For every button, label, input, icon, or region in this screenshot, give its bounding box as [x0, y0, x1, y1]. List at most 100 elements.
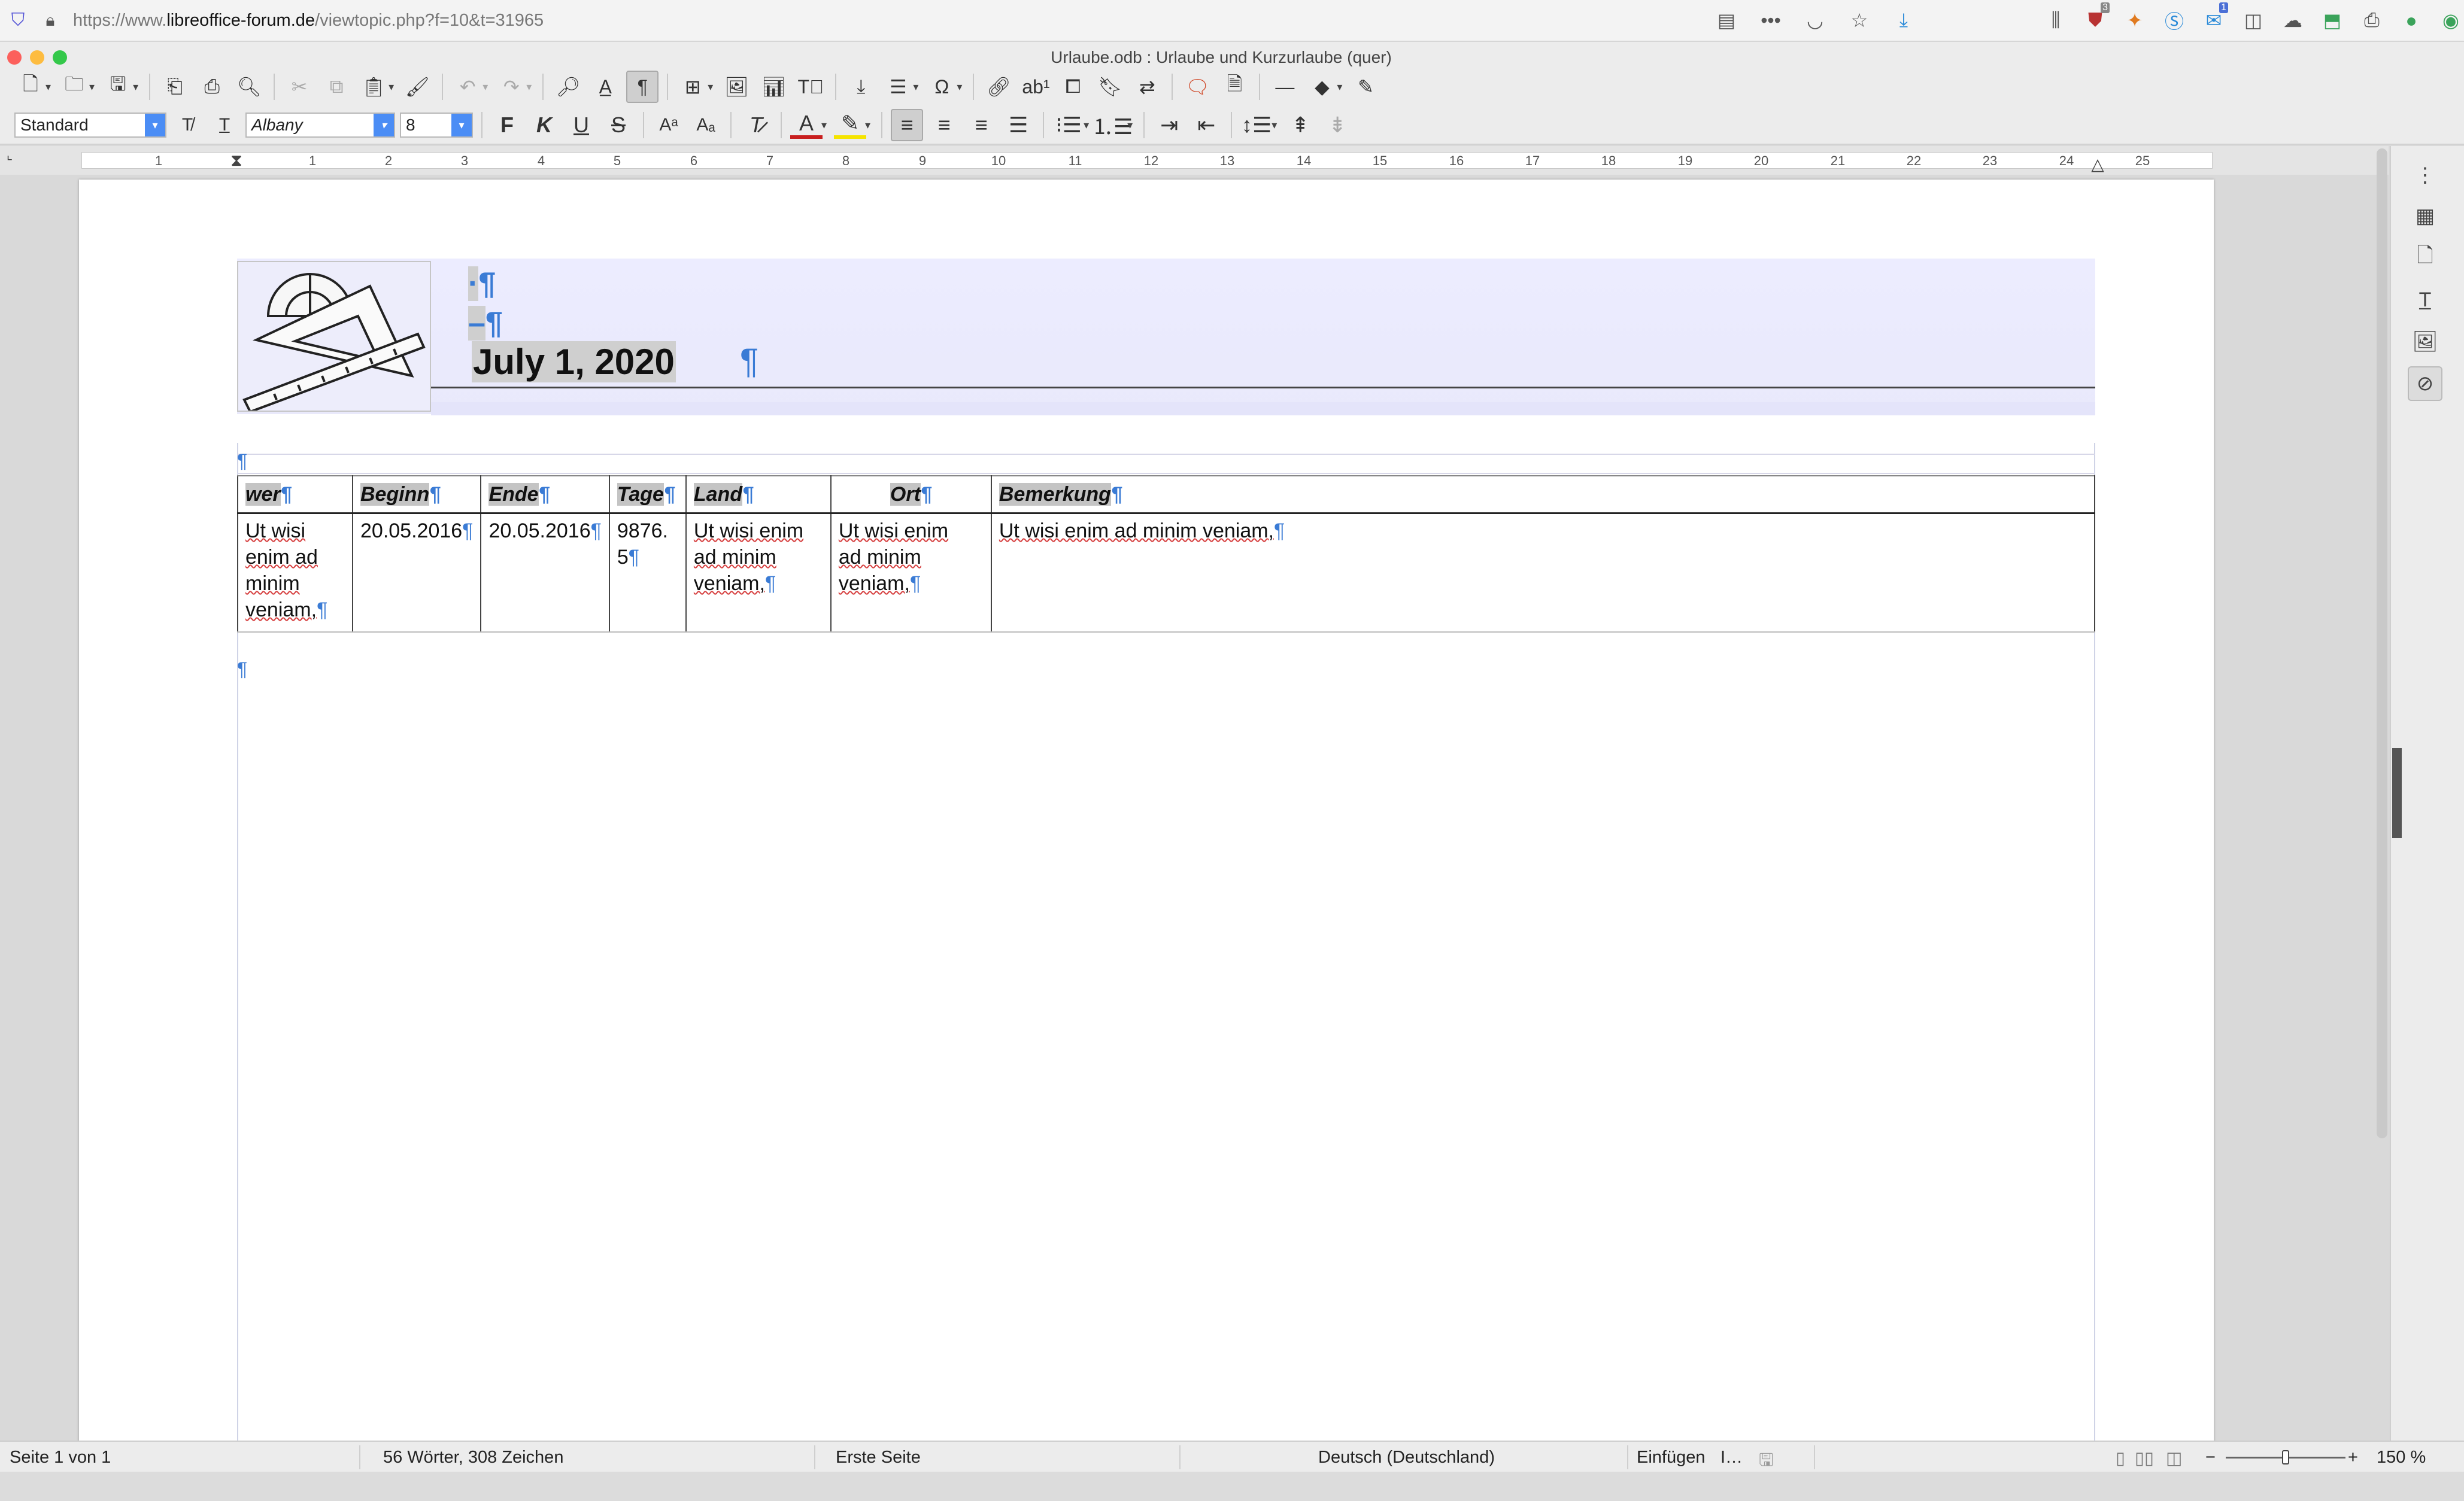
special-character-icon[interactable]: Ω — [925, 71, 958, 103]
page-style[interactable]: Erste Seite — [836, 1448, 921, 1467]
insert-table-icon[interactable]: ⊞ — [676, 71, 709, 103]
clear-formatting-icon[interactable]: T̷ — [740, 109, 772, 141]
gallery-icon[interactable]: 🖼︎ — [2408, 324, 2442, 359]
paragraph-style-select[interactable]: Standard ▾ — [14, 113, 166, 138]
drafting-tools-logo[interactable] — [237, 261, 431, 414]
ublock-icon[interactable]: ⛊ 3 — [2081, 2, 2110, 35]
redo-icon[interactable]: ↷ — [495, 71, 527, 103]
right-indent-marker[interactable]: △ — [2091, 154, 2104, 174]
styles-icon[interactable]: T̲ — [2408, 282, 2442, 317]
print-addon-icon[interactable]: ⎙ — [2357, 6, 2386, 35]
tab-type-icon[interactable]: ⌞ — [7, 147, 13, 163]
green-circle-addon-icon[interactable]: ● — [2397, 6, 2426, 35]
chevron-down-icon[interactable]: ▾ — [451, 114, 472, 136]
page-actions-icon[interactable]: ••• — [1756, 6, 1785, 35]
cell-beginn[interactable]: 20.05.2016¶ — [351, 513, 482, 633]
page-count[interactable]: Seite 1 von 1 — [10, 1448, 111, 1467]
paste-icon[interactable]: 📋︎ — [357, 71, 390, 103]
book-view-icon[interactable]: ◫ — [2166, 1448, 2182, 1469]
single-page-view-icon[interactable]: ▯ — [2116, 1448, 2125, 1469]
download-icon[interactable]: ⤓ — [1889, 6, 1918, 35]
cut-icon[interactable]: ✂ — [283, 71, 315, 103]
header-cell-tage[interactable]: Tage¶ — [608, 475, 687, 514]
sidebar-menu-icon[interactable]: ⋮ — [2408, 158, 2442, 193]
font-name-select[interactable]: Albany ▾ — [245, 113, 395, 138]
language-status[interactable]: Deutsch (Deutschland) — [1318, 1448, 1495, 1467]
lock-icon[interactable]: 🔒︎ — [38, 11, 62, 31]
bold-button[interactable]: F — [491, 109, 523, 141]
track-changes-icon[interactable]: 🗎 — [1218, 71, 1251, 103]
justify-icon[interactable]: ☰ — [1002, 109, 1034, 141]
basic-shapes-icon[interactable]: ◆ — [1306, 71, 1338, 103]
strikethrough-button[interactable]: S — [602, 109, 635, 141]
header-cell-ort[interactable]: Ort¶ — [830, 475, 992, 514]
sidebar-collapse-handle[interactable] — [2392, 748, 2402, 838]
cell-tage[interactable]: 9876. 5¶ — [608, 513, 687, 633]
decrease-paragraph-spacing-icon[interactable]: ⇟ — [1321, 109, 1354, 141]
header-cell-bemerkung[interactable]: Bemerkung¶ — [990, 475, 2096, 514]
font-color-icon[interactable]: A — [790, 111, 823, 139]
font-size-select[interactable]: 8 ▾ — [400, 113, 473, 138]
update-style-icon[interactable]: T̸ — [171, 109, 204, 141]
italic-button[interactable]: K — [528, 109, 560, 141]
new-document-icon[interactable]: 🗋 — [14, 71, 47, 103]
document-workspace[interactable]: ·¶ –¶ July 1, 2020 ¶ ¶ wer¶ Beginn¶ Ende… — [0, 175, 2389, 1441]
document-page[interactable]: ·¶ –¶ July 1, 2020 ¶ ¶ wer¶ Beginn¶ Ende… — [79, 180, 2214, 1441]
decrease-indent-icon[interactable]: ⇤ — [1190, 109, 1222, 141]
print-preview-icon[interactable]: 🔍︎ — [233, 71, 265, 103]
unordered-list-icon[interactable]: ⁝☰ — [1052, 109, 1085, 141]
draw-function-icon[interactable]: ✎ — [1349, 71, 1382, 103]
header-cell-land[interactable]: Land¶ — [685, 475, 832, 514]
multi-page-view-icon[interactable]: ▯▯ — [2135, 1448, 2154, 1469]
cell-ende[interactable]: 20.05.2016¶ — [480, 513, 610, 633]
footnote-icon[interactable]: ab¹ — [1019, 71, 1052, 103]
insert-textbox-icon[interactable]: T⃞ — [794, 71, 827, 103]
vacation-table[interactable]: wer¶ Beginn¶ Ende¶ Tage¶ Land¶ Ort¶ Beme… — [237, 475, 2096, 633]
horizontal-ruler[interactable]: ⌞ ⧗ △ 1 1 2 3 4 5 6 7 8 9 10 11 12 13 14… — [0, 146, 2389, 175]
cloud-addon-icon[interactable]: ☁ — [2278, 6, 2307, 35]
increase-paragraph-spacing-icon[interactable]: ⇞ — [1284, 109, 1316, 141]
insert-chart-icon[interactable]: 📊︎ — [757, 71, 790, 103]
superscript-icon[interactable]: Aᵃ — [653, 109, 685, 141]
copy-icon[interactable]: ⧉ — [320, 71, 353, 103]
left-indent-marker[interactable]: ⧗ — [230, 151, 242, 171]
header-cell-ende[interactable]: Ende¶ — [480, 475, 610, 514]
header-cell-wer[interactable]: wer¶ — [237, 475, 353, 514]
pocket-icon[interactable]: ◡ — [1801, 6, 1829, 35]
chevron-down-icon[interactable]: ▾ — [145, 114, 165, 136]
ordered-list-icon[interactable]: ⒈☰ — [1092, 109, 1133, 141]
cell-ort[interactable]: Ut wisi enim ad minim veniam,¶ — [830, 513, 992, 633]
zoom-slider-thumb[interactable] — [2282, 1450, 2289, 1464]
zoom-level[interactable]: 150 % — [2377, 1448, 2426, 1467]
url-field[interactable]: https://www.libreoffice-forum.de/viewtop… — [73, 11, 544, 31]
cross-reference-icon[interactable]: ⇄ — [1131, 71, 1163, 103]
zoom-out-button[interactable]: − — [2205, 1448, 2216, 1467]
green-addon-icon[interactable]: ⬒ — [2318, 6, 2347, 35]
camera-addon-icon[interactable]: ◉ — [2436, 6, 2464, 35]
header-date[interactable]: July 1, 2020 — [472, 341, 676, 382]
print-icon[interactable]: ⎙ — [196, 71, 228, 103]
fox-addon-icon[interactable]: ✦ — [2120, 6, 2149, 35]
page-header[interactable] — [237, 259, 2095, 414]
align-center-icon[interactable]: ≡ — [928, 109, 960, 141]
cell-wer[interactable]: Ut wisi enim ad minim veniam,¶ — [237, 513, 353, 633]
bookmark-icon[interactable]: 🔖︎ — [1094, 71, 1126, 103]
word-count[interactable]: 56 Wörter, 308 Zeichen — [383, 1448, 563, 1467]
insert-field-icon[interactable]: ☰ — [882, 71, 914, 103]
find-replace-icon[interactable]: 🔎︎ — [552, 71, 584, 103]
new-style-icon[interactable]: T̲ — [208, 109, 241, 141]
align-right-icon[interactable]: ≡ — [965, 109, 997, 141]
cell-bemerkung[interactable]: Ut wisi enim ad minim veniam,¶ — [990, 513, 2096, 633]
open-folder-icon[interactable]: 🗀 — [58, 71, 90, 103]
header-cell-beginn[interactable]: Beginn¶ — [351, 475, 482, 514]
library-icon[interactable]: ⫼ — [2041, 6, 2070, 35]
mail-addon-icon[interactable]: ✉ 1 — [2199, 2, 2228, 35]
reader-view-icon[interactable]: ▤ — [1712, 6, 1741, 35]
save-icon[interactable]: 🖫 — [102, 71, 134, 103]
clone-formatting-icon[interactable]: 🖌︎ — [401, 71, 433, 103]
navigator-icon[interactable]: ⊘ — [2408, 366, 2442, 401]
spelling-icon[interactable]: A̲ — [589, 71, 621, 103]
insert-mode[interactable]: Einfügen — [1637, 1448, 1706, 1467]
cell-land[interactable]: Ut wisi enim ad minim veniam,¶ — [685, 513, 832, 633]
insert-image-icon[interactable]: 🖼︎ — [720, 71, 752, 103]
